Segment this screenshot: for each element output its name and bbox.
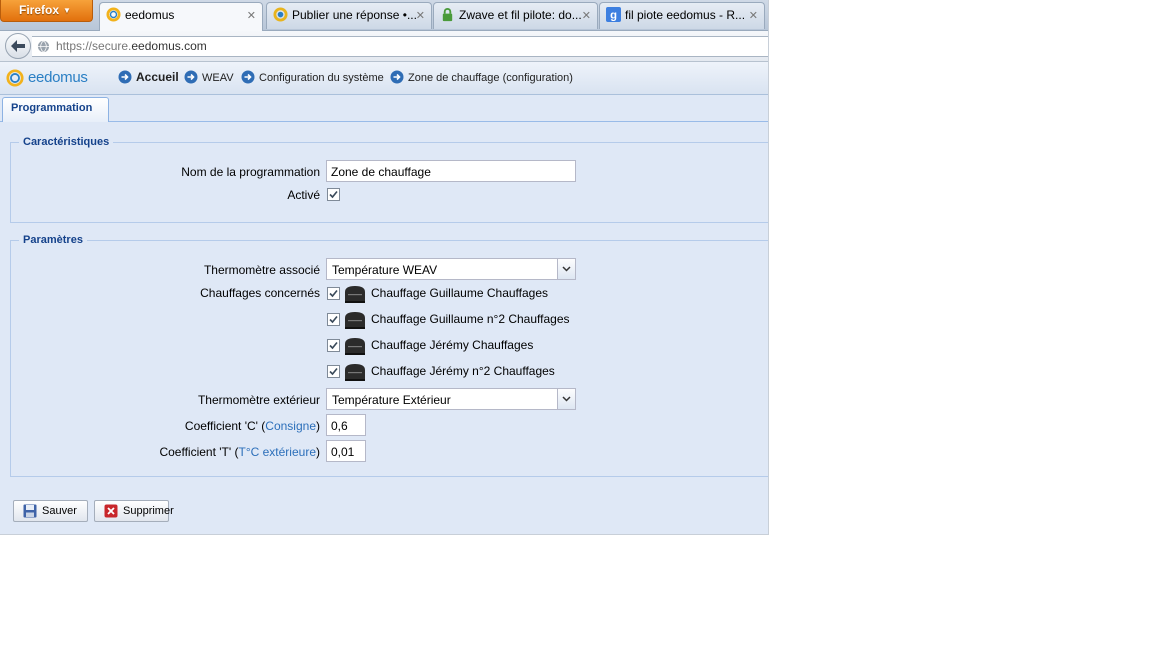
arrow-circle-icon — [390, 70, 404, 84]
coef-t-input[interactable]: 0,01 — [326, 440, 366, 462]
chauffage-4-label: Chauffage Jérémy n°2 Chauffages — [371, 364, 555, 378]
firefox-menu-label: Firefox — [19, 3, 60, 17]
thermometre-label: Thermomètre associé — [203, 263, 320, 277]
close-tab-icon[interactable]: ✕ — [582, 9, 591, 22]
save-label: Sauver — [42, 505, 77, 517]
browser-tab-publier[interactable]: Publier une réponse •... ✕ — [266, 2, 432, 29]
chevron-down-icon — [562, 266, 571, 272]
check-icon — [329, 190, 338, 199]
heater-module-icon — [345, 312, 365, 329]
ext-thermometre-trigger[interactable] — [557, 389, 575, 409]
name-input[interactable]: Zone de chauffage — [326, 160, 576, 182]
floppy-disk-icon — [23, 504, 37, 518]
svg-text:g: g — [610, 10, 617, 22]
browser-tab-zwave[interactable]: Zwave et fil pilote: do... ✕ — [433, 2, 598, 29]
browser-tab-google[interactable]: g fil piote eedomus - R... ✕ — [599, 2, 765, 29]
firefox-menu-button[interactable]: Firefox ▼ — [0, 0, 93, 22]
coef-c-text: Coefficient 'C' ( — [184, 419, 266, 433]
browser-tab-bar: Firefox ▼ eedomus ✕ Publier une réponse •… — [0, 0, 768, 31]
name-label: Nom de la programmation — [181, 165, 320, 179]
breadcrumb-configuration[interactable]: Configuration du système — [241, 70, 384, 84]
chauffage-1-label: Chauffage Guillaume Chauffages — [371, 286, 549, 300]
google-favicon-icon: g — [606, 7, 621, 22]
breadcrumb-accueil[interactable]: Accueil — [118, 70, 179, 84]
back-arrow-icon — [11, 40, 25, 52]
globe-icon — [37, 40, 50, 53]
coef-t-link[interactable]: T°C extérieure — [239, 445, 317, 459]
lock-favicon-icon — [442, 8, 453, 22]
coef-t-label: Coefficient 'T' (T°C extérieure) — [159, 445, 320, 459]
close-tab-icon[interactable]: ✕ — [416, 9, 425, 22]
close-tab-icon[interactable]: ✕ — [749, 9, 758, 22]
coef-c-close: ) — [316, 419, 320, 433]
forum-favicon-icon — [273, 7, 288, 22]
ext-thermometre-label: Thermomètre extérieur — [197, 393, 320, 407]
chauffage-2-checkbox[interactable] — [327, 313, 340, 326]
breadcrumb-label: Configuration du système — [259, 72, 384, 84]
breadcrumb-zone[interactable]: Zone de chauffage (configuration) — [390, 70, 573, 84]
heater-module-icon — [345, 338, 365, 355]
tab-title: eedomus — [125, 8, 175, 22]
parametres-legend: Paramètres — [23, 234, 83, 246]
dropdown-arrow-icon: ▼ — [63, 6, 71, 15]
caracteristiques-legend: Caractéristiques — [23, 136, 110, 148]
arrow-circle-icon — [184, 70, 198, 84]
chauffage-2-label: Chauffage Guillaume n°2 Chauffages — [371, 312, 570, 326]
active-label: Activé — [287, 188, 320, 202]
breadcrumb-label: Accueil — [136, 70, 179, 84]
chevron-down-icon — [562, 396, 571, 402]
arrow-circle-icon — [118, 70, 132, 84]
coef-t-close: ) — [316, 445, 320, 459]
heater-module-icon — [345, 286, 365, 303]
thermometre-value: Température WEAV — [332, 263, 438, 277]
breadcrumb: eedomus Accueil WEAV Configuration du sy… — [0, 62, 768, 95]
url-domain: eedomus.com — [131, 39, 207, 53]
breadcrumb-label: WEAV — [202, 72, 234, 84]
heater-module-icon — [345, 364, 365, 381]
delete-x-icon — [104, 504, 118, 518]
browser-tab-eedomus[interactable]: eedomus ✕ — [99, 2, 263, 31]
check-icon — [329, 315, 338, 324]
delete-label: Supprimer — [123, 505, 174, 517]
chauffage-4-checkbox[interactable] — [327, 365, 340, 378]
browser-window: Firefox ▼ eedomus ✕ Publier une réponse •… — [0, 0, 769, 535]
check-icon — [329, 367, 338, 376]
ext-thermometre-value: Température Extérieur — [332, 393, 451, 407]
thermometre-trigger[interactable] — [557, 259, 575, 279]
close-tab-icon[interactable]: ✕ — [247, 9, 256, 22]
logo-text: eedomus — [28, 69, 88, 86]
chauffages-label: Chauffages concernés — [200, 286, 320, 300]
chauffage-1-checkbox[interactable] — [327, 287, 340, 300]
tab-title: Publier une réponse •... — [292, 8, 417, 22]
delete-button[interactable]: Supprimer — [94, 500, 174, 522]
breadcrumb-weav[interactable]: WEAV — [184, 70, 234, 84]
active-checkbox[interactable] — [327, 188, 340, 201]
coef-t-text: Coefficient 'T' ( — [159, 445, 239, 459]
chauffage-3-label: Chauffage Jérémy Chauffages — [371, 338, 534, 352]
check-icon — [329, 341, 338, 350]
coef-c-label: Coefficient 'C' (Consigne) — [185, 419, 320, 433]
page-tab-strip: Programmation — [0, 95, 768, 122]
tab-programmation[interactable]: Programmation — [2, 97, 109, 122]
tab-title: fil piote eedomus - R... — [625, 8, 746, 22]
arrow-circle-icon — [241, 70, 255, 84]
url-prefix: https://secure. — [56, 39, 132, 53]
browser-nav-bar: https://secure.eedomus.com — [0, 31, 768, 62]
coef-c-link[interactable]: Consigne — [265, 419, 316, 433]
ext-thermometre-select[interactable]: Température Extérieur — [326, 388, 576, 410]
eedomus-favicon-icon — [106, 7, 121, 22]
chauffage-3-checkbox[interactable] — [327, 339, 340, 352]
check-icon — [329, 289, 338, 298]
back-button[interactable] — [5, 33, 31, 59]
breadcrumb-label: Zone de chauffage (configuration) — [408, 72, 573, 84]
url-bar[interactable]: https://secure.eedomus.com — [32, 36, 768, 57]
thermometre-select[interactable]: Température WEAV — [326, 258, 576, 280]
save-button[interactable]: Sauver — [13, 500, 88, 522]
coef-c-input[interactable]: 0,6 — [326, 414, 366, 436]
tab-title: Zwave et fil pilote: do... — [459, 8, 582, 22]
eedomus-logo-icon — [6, 69, 24, 87]
